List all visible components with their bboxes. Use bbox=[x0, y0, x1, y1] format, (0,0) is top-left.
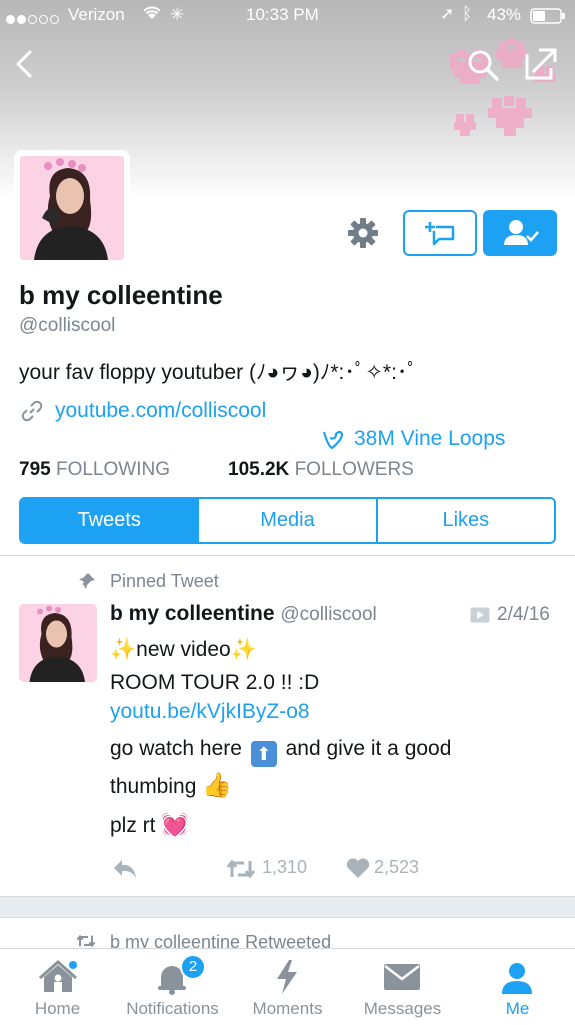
notifications-badge: 2 bbox=[180, 954, 206, 980]
battery-icon bbox=[530, 8, 566, 29]
envelope-icon bbox=[384, 964, 420, 990]
following-button[interactable] bbox=[483, 210, 557, 256]
sparkling-heart-emoji-icon: 💓 bbox=[161, 812, 189, 837]
activity-spinner-icon: ✳ bbox=[170, 5, 185, 24]
following-count: 795 bbox=[19, 459, 51, 480]
tab-notifications[interactable]: 2 Notifications bbox=[115, 949, 230, 1025]
tweet-line: and give it a good bbox=[285, 737, 452, 760]
pinned-label: Pinned Tweet bbox=[110, 571, 219, 591]
tab-moments[interactable]: Moments bbox=[230, 949, 345, 1025]
up-arrow-emoji-icon: ⬆ bbox=[250, 741, 277, 767]
carrier-name: Verizon bbox=[68, 5, 125, 24]
bluetooth-icon: ᛒ bbox=[462, 4, 473, 23]
tweet-author-name[interactable]: b my colleentine bbox=[110, 602, 275, 625]
tab-me[interactable]: Me bbox=[460, 949, 575, 1025]
gear-icon bbox=[348, 218, 378, 248]
tweet-line: thumbing bbox=[110, 775, 197, 798]
reply-button[interactable] bbox=[112, 858, 138, 880]
signal-dots-icon bbox=[6, 9, 61, 29]
back-button[interactable] bbox=[12, 48, 40, 80]
tab-me-label: Me bbox=[505, 999, 530, 1018]
compose-tweet-button[interactable] bbox=[523, 46, 559, 82]
tweet-author-handle: @colliscool bbox=[280, 604, 377, 625]
like-count: 2,523 bbox=[374, 857, 420, 877]
following-count-link[interactable]: 795 FOLLOWING bbox=[19, 459, 170, 481]
add-to-list-button[interactable] bbox=[403, 210, 477, 256]
tweet-line: ROOM TOUR 2.0 !! :D bbox=[110, 671, 320, 694]
section-separator bbox=[0, 896, 575, 918]
tab-media[interactable]: Media bbox=[199, 499, 378, 542]
pin-icon bbox=[78, 572, 96, 590]
bottom-tab-bar: Home 2 Notifications Moments Messages Me bbox=[0, 948, 575, 1025]
pinned-tweet[interactable]: Pinned Tweet b my colleentine @colliscoo… bbox=[0, 556, 575, 896]
user-check-icon bbox=[504, 220, 539, 245]
thumbs-up-emoji-icon: 👍 bbox=[202, 772, 233, 799]
tweet-body: ✨new video✨ ROOM TOUR 2.0 !! :D youtu.be… bbox=[110, 633, 560, 845]
search-icon bbox=[468, 50, 499, 81]
retweet-icon bbox=[226, 859, 256, 879]
tab-home-label: Home bbox=[34, 999, 81, 1018]
tab-messages[interactable]: Messages bbox=[345, 949, 460, 1025]
battery-percent: 43% bbox=[487, 5, 522, 24]
tab-home[interactable]: Home bbox=[0, 949, 115, 1025]
tab-moments-label: Moments bbox=[252, 999, 323, 1018]
video-play-icon bbox=[470, 607, 490, 623]
tweet-link[interactable]: youtu.be/kVjkIByZ-o8 bbox=[110, 699, 560, 725]
settings-button[interactable] bbox=[346, 216, 380, 250]
home-icon bbox=[39, 959, 77, 992]
tweet-line: plz rt bbox=[110, 814, 156, 837]
wifi-icon bbox=[142, 4, 162, 25]
heart-icon bbox=[346, 858, 370, 878]
following-label: FOLLOWING bbox=[55, 459, 170, 480]
tweet-author-avatar[interactable] bbox=[19, 604, 97, 682]
lightning-icon bbox=[277, 960, 297, 994]
tab-notifications-label: Notifications bbox=[126, 999, 219, 1018]
profile-tabs: Tweets Media Likes bbox=[19, 497, 556, 544]
status-bar: Verizon ✳ 10:33 PM ➚ ᛒ 43% bbox=[0, 0, 575, 32]
followers-count-link[interactable]: 105.2K FOLLOWERS bbox=[228, 459, 414, 481]
tweet-line: go watch here bbox=[110, 737, 242, 760]
followers-label: FOLLOWERS bbox=[294, 459, 414, 480]
tab-tweets[interactable]: Tweets bbox=[21, 499, 200, 542]
person-icon bbox=[502, 963, 532, 994]
profile-handle: @colliscool bbox=[19, 315, 116, 336]
retweet-button[interactable] bbox=[226, 857, 256, 881]
profile-bio: your fav floppy youtuber (ﾉ◕ヮ◕)ﾉ*:･ﾟ✧*:･… bbox=[19, 361, 418, 384]
reply-icon bbox=[114, 860, 136, 878]
avatar bbox=[20, 156, 124, 260]
list-add-icon bbox=[425, 222, 455, 246]
like-button[interactable] bbox=[346, 857, 370, 879]
compose-feather-icon bbox=[525, 48, 557, 80]
profile-avatar-frame[interactable] bbox=[14, 150, 130, 266]
tweet-date: 2/4/16 bbox=[497, 604, 550, 625]
tweet-line: ✨new video✨ bbox=[110, 638, 257, 661]
vine-loops-link[interactable]: 38M Vine Loops bbox=[354, 427, 505, 451]
link-icon bbox=[21, 400, 43, 422]
tab-likes[interactable]: Likes bbox=[378, 499, 554, 542]
search-button[interactable] bbox=[466, 48, 500, 82]
back-chevron-icon bbox=[16, 50, 32, 78]
followers-count: 105.2K bbox=[228, 459, 290, 480]
profile-website-link[interactable]: youtube.com/colliscool bbox=[55, 399, 266, 423]
status-time: 10:33 PM bbox=[246, 5, 319, 24]
tab-messages-label: Messages bbox=[363, 999, 442, 1018]
retweet-count: 1,310 bbox=[262, 857, 308, 877]
location-arrow-icon: ➚ bbox=[440, 4, 455, 23]
vine-icon bbox=[322, 428, 346, 452]
profile-name: b my colleentine bbox=[19, 280, 223, 310]
